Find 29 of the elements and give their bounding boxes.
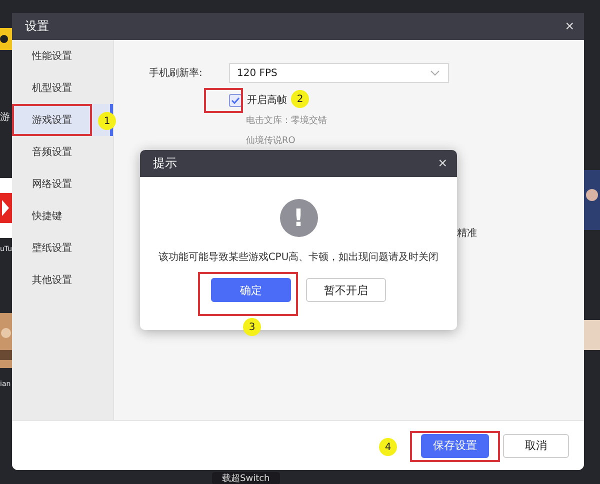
chevron-down-icon (430, 70, 440, 76)
close-button[interactable]: × (438, 155, 447, 172)
sidebar-item[interactable]: 壁纸设置 (12, 232, 113, 264)
cancel-button[interactable]: 取消 (503, 434, 569, 458)
sidebar-item[interactable]: 机型设置 (12, 72, 113, 104)
checkbox[interactable] (229, 94, 242, 106)
sidebar-item[interactable]: 快捷键 (12, 200, 113, 232)
save-button[interactable]: 保存设置 (421, 434, 489, 458)
game-name: 仙境传说RO (246, 134, 296, 147)
game-name: 电击文库：零境交错 (246, 114, 328, 127)
sidebar-item[interactable]: 性能设置 (12, 40, 113, 72)
sidebar-item[interactable]: 其他设置 (12, 264, 113, 296)
sidebar-item[interactable]: 网络设置 (12, 168, 113, 200)
warning-icon: ! (280, 199, 318, 237)
checkbox-label: 开启高帧 (247, 94, 287, 107)
highlight-frame (204, 88, 243, 113)
background-label: 载超Switch (212, 472, 280, 484)
dialog-message: 该功能可能导致某些游戏CPU高、卡顿，如出现问题请及时关闭 (158, 250, 439, 264)
window-title: 设置 (25, 18, 49, 35)
refresh-rate-label: 手机刷新率: (149, 66, 204, 80)
check-icon (231, 96, 240, 104)
sidebar-item[interactable]: 音频设置 (12, 136, 113, 168)
option-text: 精准 (457, 226, 477, 240)
decline-button[interactable]: 暂不开启 (306, 278, 386, 302)
refresh-rate-select[interactable]: 120 FPS (229, 63, 449, 83)
dialog-title: 提示 (153, 155, 177, 172)
background-label: 游 (0, 111, 10, 124)
confirm-button[interactable]: 确定 (211, 278, 291, 302)
close-button[interactable]: × (565, 18, 574, 35)
